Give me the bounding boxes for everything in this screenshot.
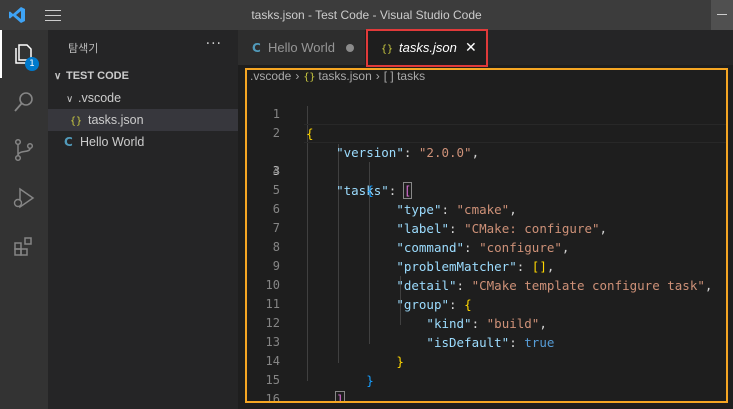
file-tasks-json[interactable]: {} tasks.json — [48, 109, 238, 131]
code-line: 1 { — [272, 107, 314, 141]
window-title: tasks.json - Test Code - Visual Studio C… — [251, 8, 482, 22]
search-button[interactable] — [0, 78, 48, 126]
code-line: 16 } — [265, 392, 280, 401]
c-file-icon: C — [252, 41, 261, 55]
minimize-icon — [717, 14, 727, 15]
run-debug-button[interactable] — [0, 174, 48, 222]
extensions-button[interactable] — [0, 222, 48, 270]
tab-label: Hello World — [268, 40, 335, 55]
code-line-current: 3 "tasks": [ — [248, 124, 726, 199]
c-file-icon: C — [64, 135, 73, 149]
explorer-button[interactable]: 1 — [0, 30, 48, 78]
chevron-down-icon: ∨ — [66, 94, 74, 105]
file-label: tasks.json — [88, 113, 144, 127]
extensions-icon — [14, 237, 32, 256]
file-hello-world[interactable]: C Hello World — [48, 131, 238, 153]
file-label: Hello World — [80, 135, 145, 149]
explorer-title: 탐색기 — [68, 42, 99, 55]
more-actions-button[interactable]: ··· — [206, 36, 222, 52]
code-line: 8 "problemMatcher": [], — [272, 240, 555, 274]
code-editor[interactable]: 1 { 2 "version": "2.0.0", 3 "tasks": [ 4… — [248, 86, 726, 401]
workspace-root[interactable]: ∨ TEST CODE — [48, 65, 238, 87]
explorer-badge: 1 — [25, 57, 39, 71]
source-control-button[interactable] — [0, 126, 48, 174]
code-line: 15 ] — [248, 352, 726, 401]
tab-highlight-box — [366, 29, 488, 67]
current-line-highlight — [304, 124, 726, 143]
chevron-down-icon: ∨ — [54, 71, 62, 82]
code-line: 5 "type": "cmake", — [272, 183, 517, 217]
modified-dot-icon[interactable] — [346, 44, 354, 52]
tab-hello-world[interactable]: C Hello World — [238, 30, 365, 65]
activity-bar: 1 — [0, 30, 48, 409]
code-line: 12 "isDefault": true — [265, 316, 555, 350]
code-line: 11 "kind": "build", — [265, 297, 547, 331]
code-line: 10 "group": { — [265, 278, 472, 312]
search-icon — [14, 92, 33, 112]
code-line: 4 { — [272, 164, 374, 198]
code-line: 14 } — [265, 354, 374, 388]
code-line: 9 "detail": "CMake template configure ta… — [272, 259, 713, 293]
code-line: 6 "label": "CMake: configure", — [272, 202, 608, 236]
code-line: 13 } — [265, 335, 404, 369]
source-control-icon — [14, 138, 34, 162]
folder-label: .vscode — [78, 91, 122, 105]
run-debug-icon — [13, 187, 35, 209]
json-file-icon: {} — [70, 116, 83, 127]
title-bar: tasks.json - Test Code - Visual Studio C… — [0, 0, 733, 30]
code-line: 7 "command": "configure", — [272, 221, 570, 255]
minimize-button[interactable] — [711, 0, 733, 30]
code-line: 2 "version": "2.0.0", — [272, 126, 480, 160]
folder-vscode[interactable]: ∨ .vscode — [48, 87, 238, 109]
workspace-root-label: TEST CODE — [66, 70, 129, 82]
explorer-sidebar: 탐색기 ··· ∨ TEST CODE ∨ .vscode {} tasks.json… — [48, 30, 238, 409]
